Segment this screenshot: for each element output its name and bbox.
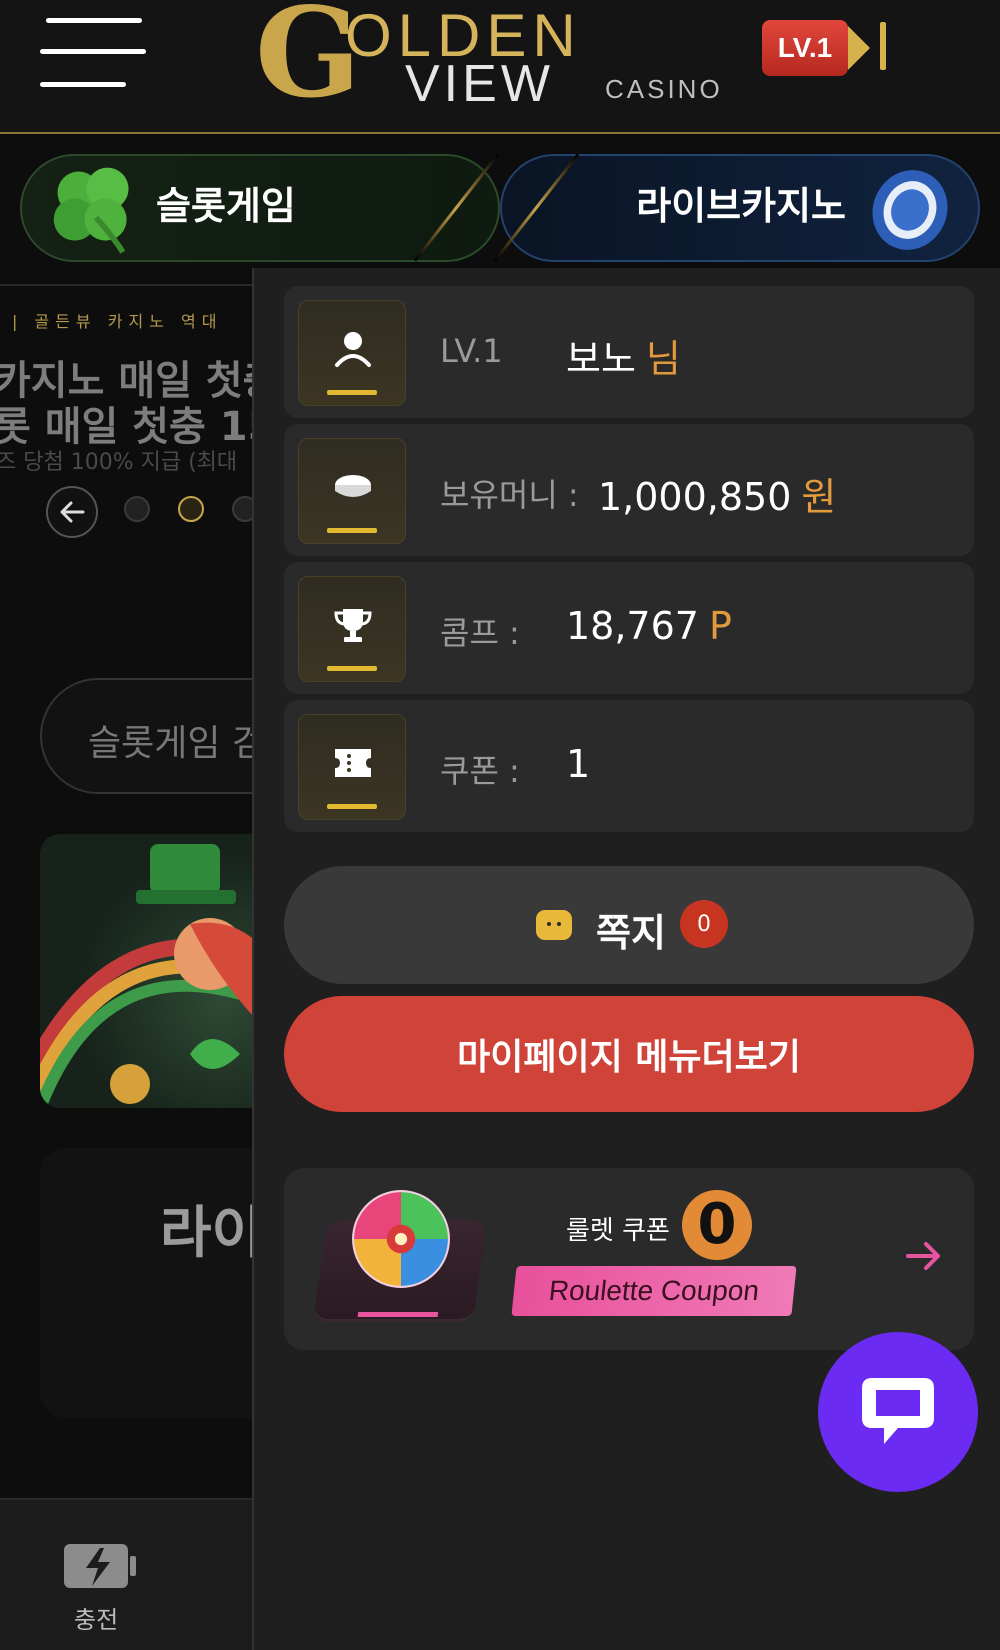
hamburger-icon[interactable] xyxy=(40,16,146,88)
message-button[interactable]: 쪽지 0 xyxy=(284,866,974,984)
chat-icon xyxy=(862,1378,934,1444)
carousel-dot[interactable] xyxy=(124,496,150,522)
coupon-value: 1 xyxy=(566,742,591,786)
live-casino-label: 라이브카지노 xyxy=(636,184,846,228)
mypage-menu-button[interactable]: 마이페이지 메뉴더보기 xyxy=(284,996,974,1112)
header: G OLDEN VIEW CASINO LV.1 xyxy=(0,0,1000,134)
user-name-suffix: 님 xyxy=(645,337,681,381)
ticket-icon-box xyxy=(298,714,406,820)
carousel-prev-button[interactable] xyxy=(46,486,98,538)
coupon-row: 쿠폰 : 1 xyxy=(284,700,974,832)
ticket-icon xyxy=(335,749,371,777)
bottom-nav: 충전 xyxy=(0,1498,260,1650)
comp-value: 18,767 xyxy=(566,604,699,648)
level-bar-icon xyxy=(880,22,886,70)
live-card-title: 라이 xyxy=(160,1201,264,1266)
money-value-wrap: 1,000,850 원 xyxy=(598,466,836,521)
user-icon-box xyxy=(298,300,406,406)
trophy-icon-box xyxy=(298,576,406,682)
coupon-label: 쿠폰 : xyxy=(440,752,520,790)
promo-tag: | 골든뷰 카지노 역대 xyxy=(12,312,223,331)
live-casino-banner[interactable]: 라이브카지노 xyxy=(500,154,980,262)
promo-desc: 즈 당첨 100% 지급 (최대 xyxy=(0,450,238,475)
arrow-left-icon xyxy=(60,501,85,523)
level-arrow-icon xyxy=(848,26,870,70)
logo-bottom-text: VIEW xyxy=(405,55,554,113)
roulette-title: 룰렛 쿠폰 xyxy=(566,1216,670,1246)
clover-icon xyxy=(53,167,129,254)
arrow-right-icon[interactable] xyxy=(904,1238,944,1274)
logo[interactable]: G OLDEN VIEW CASINO xyxy=(255,0,745,118)
money-label: 보유머니 : xyxy=(440,476,579,514)
promo-divider xyxy=(0,284,260,286)
comp-unit: P xyxy=(708,604,732,648)
user-name-wrap: 보노 님 xyxy=(566,328,681,383)
casino-chip-icon xyxy=(872,170,948,250)
user-name: 보노 xyxy=(566,337,636,381)
money-value: 1,000,850 xyxy=(598,475,792,519)
roulette-coupon-card[interactable]: 룰렛 쿠폰 0 Roulette Coupon xyxy=(284,1168,974,1350)
level-badge[interactable]: LV.1 xyxy=(762,20,848,76)
trophy-icon xyxy=(334,609,372,642)
user-level-row: LV.1 보노 님 xyxy=(284,286,974,418)
charge-label[interactable]: 충전 xyxy=(74,1600,118,1635)
charge-icon[interactable] xyxy=(62,1540,138,1592)
message-count-badge: 0 xyxy=(680,900,728,948)
user-icon xyxy=(335,332,371,367)
user-level: LV.1 xyxy=(440,332,503,370)
coin-icon xyxy=(335,475,371,497)
message-label: 쪽지 xyxy=(596,911,666,955)
comp-row: 콤프 : 18,767 P xyxy=(284,562,974,694)
roulette-count-badge: 0 xyxy=(682,1190,752,1260)
logo-small-text: CASINO xyxy=(605,74,723,104)
slot-game-label: 슬롯게임 xyxy=(156,184,296,228)
message-icon xyxy=(536,910,572,940)
comp-value-wrap: 18,767 P xyxy=(566,604,732,648)
roulette-subtitle: Roulette Coupon xyxy=(511,1266,797,1316)
roulette-wheel-icon xyxy=(352,1190,450,1288)
money-row: 보유머니 : 1,000,850 원 xyxy=(284,424,974,556)
chat-support-button[interactable] xyxy=(818,1332,978,1492)
comp-label: 콤프 : xyxy=(440,614,520,652)
money-unit: 원 xyxy=(801,475,837,519)
coin-icon-box xyxy=(298,438,406,544)
search-placeholder: 슬롯게임 검 xyxy=(88,723,266,764)
carousel-dot-active[interactable] xyxy=(178,496,204,522)
